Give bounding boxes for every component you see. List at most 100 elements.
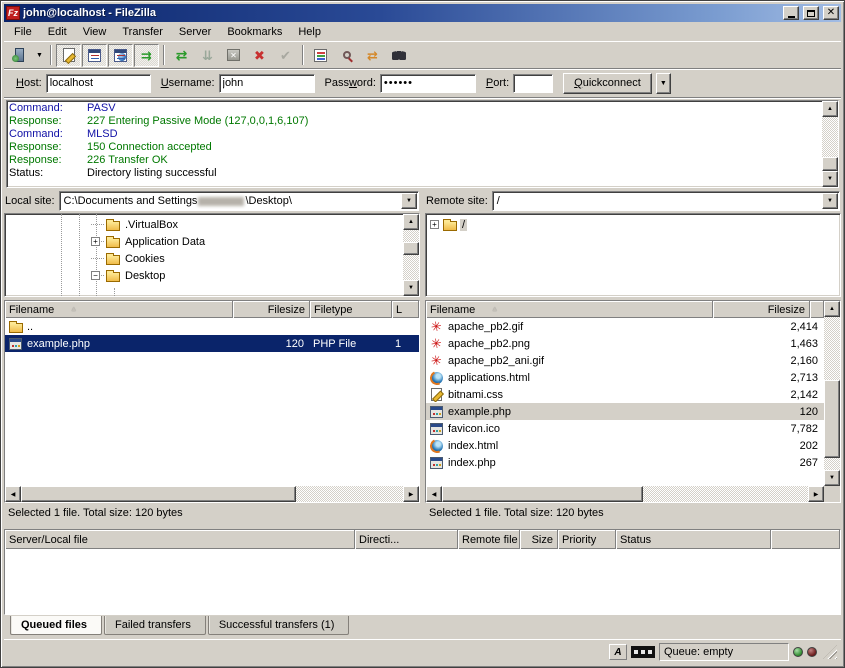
scroll-down-icon[interactable]: ▼ [824,470,840,486]
column-header-size[interactable]: Size [520,530,558,549]
menu-edit[interactable]: Edit [40,24,75,40]
filezilla-window: Fz john@localhost - FileZilla ✕ File Edi… [0,0,845,668]
menu-help[interactable]: Help [290,24,329,40]
remote-vscrollbar[interactable]: ▲ ▼ [824,301,840,486]
tab-successful-transfers[interactable]: Successful transfers (1) [208,616,350,635]
reconnect-button[interactable]: ✔ [273,44,298,67]
file-row[interactable]: applications.html 2,713 [426,369,824,386]
file-row[interactable]: index.php 267 [426,454,824,471]
column-header-server-local-file[interactable]: Server/Local file [5,530,355,549]
tree-item-virtualbox[interactable]: .VirtualBox [5,216,403,233]
resize-grip[interactable] [823,645,837,659]
scroll-down-icon[interactable]: ▼ [403,280,419,296]
file-row-example-php[interactable]: example.php 120 [426,403,824,420]
queue-arrows-icon: ⇉ [141,49,152,62]
column-header-filename[interactable]: Filename▲ [426,301,713,318]
scroll-up-icon[interactable]: ▲ [824,301,840,317]
column-header-filesize[interactable]: Filesize [713,301,810,318]
scroll-right-icon[interactable]: ▶ [808,486,824,502]
column-header-filename[interactable]: Filename▲ [5,301,233,318]
file-row-parent-dir[interactable]: .. [5,318,419,335]
remote-hscrollbar[interactable]: ◀ ▶ [426,486,824,502]
cancel-button[interactable]: ✕ [221,44,246,67]
toggle-queue-button[interactable]: ⇉ [134,44,159,67]
scroll-up-icon[interactable]: ▲ [403,214,419,230]
toggle-remote-tree-button[interactable] [108,44,133,67]
scroll-left-icon[interactable]: ◀ [5,486,21,502]
column-header-lastmodified[interactable]: L [392,301,419,318]
local-hscrollbar[interactable]: ◀ ▶ [5,486,419,502]
collapse-minus-icon[interactable]: − [91,271,100,280]
scroll-thumb[interactable] [822,157,838,171]
column-header-priority[interactable]: Priority [558,530,616,549]
site-manager-dropdown[interactable]: ▼ [33,44,46,67]
password-input[interactable] [380,74,476,93]
tree-item-root[interactable]: + / [426,216,840,233]
find-files-button[interactable] [386,44,411,67]
file-row[interactable]: ✳apache_pb2.png 1,463 [426,335,824,352]
site-manager-button[interactable] [7,44,32,67]
remote-site-combobox[interactable]: / ▼ [492,191,840,211]
scroll-thumb[interactable] [21,486,296,502]
local-site-combobox[interactable]: C:\Documents and Settings\Desktop\ ▼ [59,191,419,211]
quickconnect-dropdown[interactable]: ▼ [656,73,671,94]
queue-tabs: Queued files Failed transfers Successful… [4,615,841,639]
column-header-direction[interactable]: Directi... [355,530,458,549]
file-row[interactable]: ✳apache_pb2_ani.gif 2,160 [426,352,824,369]
column-header-filetype[interactable]: Filetype [310,301,392,318]
username-input[interactable] [219,74,315,93]
tree-item-cookies[interactable]: Cookies [5,250,403,267]
tree-item-application-data[interactable]: + Application Data [5,233,403,250]
host-input[interactable] [46,74,151,93]
port-input[interactable] [513,74,553,93]
scroll-thumb[interactable] [403,242,419,255]
tab-failed-transfers[interactable]: Failed transfers [104,616,206,635]
local-selection-status: Selected 1 file. Total size: 120 bytes [4,503,420,523]
folder-icon [443,221,457,231]
file-row[interactable]: bitnami.css 2,142 [426,386,824,403]
column-header-filesize[interactable]: Filesize [233,301,310,318]
quickconnect-button[interactable]: Quickconnect [563,73,652,94]
scroll-right-icon[interactable]: ▶ [403,486,419,502]
filezilla-app-icon: Fz [6,6,20,20]
disconnect-button[interactable]: ✖ [247,44,272,67]
refresh-button[interactable]: ⇄ [169,44,194,67]
tree-item-desktop[interactable]: − Desktop [5,267,403,284]
menu-view[interactable]: View [75,24,115,40]
log-scrollbar[interactable]: ▲ ▼ [822,101,838,187]
apache-file-icon: ✳ [430,354,444,368]
tab-queued-files[interactable]: Queued files [10,616,102,635]
file-row[interactable]: ✳apache_pb2.gif 2,414 [426,318,824,335]
menu-bar: File Edit View Transfer Server Bookmarks… [4,22,841,42]
column-header-remote-file[interactable]: Remote file [458,530,520,549]
scroll-up-icon[interactable]: ▲ [822,101,838,117]
toggle-local-tree-button[interactable] [82,44,107,67]
filter-button[interactable] [308,44,333,67]
remote-file-list: Filename▲ Filesize ▲ ▼ ✳apache_pb2.gif 2… [425,300,841,503]
sync-browse-button[interactable]: ⇄ [360,44,385,67]
scroll-thumb[interactable] [824,380,840,458]
scroll-left-icon[interactable]: ◀ [426,486,442,502]
file-row-example-php[interactable]: example.php 120 PHP File 1 [5,335,419,352]
process-queue-button[interactable]: ⇊ [195,44,220,67]
combo-dropdown-icon[interactable]: ▼ [822,193,838,209]
toggle-message-log-button[interactable] [56,44,81,67]
menu-server[interactable]: Server [171,24,219,40]
compare-button[interactable] [334,44,359,67]
menu-bookmarks[interactable]: Bookmarks [219,24,290,40]
scroll-down-icon[interactable]: ▼ [822,171,838,187]
file-row[interactable]: favicon.ico 7,782 [426,420,824,437]
menu-file[interactable]: File [6,24,40,40]
maximize-button[interactable] [803,6,819,20]
combo-dropdown-icon[interactable]: ▼ [401,193,417,209]
speed-limits-icon [631,646,655,658]
minimize-button[interactable] [783,6,799,20]
expand-plus-icon[interactable]: + [91,237,100,246]
column-header-status[interactable]: Status [616,530,771,549]
local-tree-scrollbar[interactable]: ▲ ▼ [403,214,419,296]
file-row[interactable]: index.html 202 [426,437,824,454]
close-button[interactable]: ✕ [823,6,839,20]
scroll-thumb[interactable] [442,486,643,502]
expand-plus-icon[interactable]: + [430,220,439,229]
menu-transfer[interactable]: Transfer [114,24,171,40]
